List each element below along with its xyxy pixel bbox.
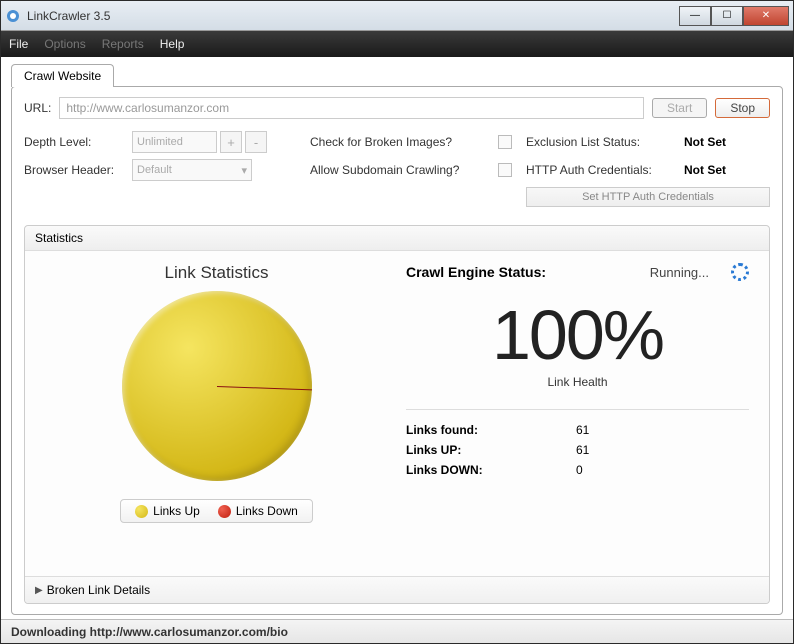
- menu-help[interactable]: Help: [160, 37, 185, 51]
- divider: [406, 409, 749, 410]
- legend-links-up: Links Up: [135, 504, 200, 518]
- close-button[interactable]: ✕: [743, 6, 789, 26]
- depth-minus-button: -: [245, 131, 267, 153]
- url-input[interactable]: [59, 97, 644, 119]
- statistics-header: Statistics: [25, 226, 769, 251]
- depth-input: [132, 131, 217, 153]
- links-found-row: Links found:61: [406, 423, 749, 437]
- maximize-button[interactable]: ☐: [711, 6, 743, 26]
- broken-images-checkbox[interactable]: [498, 135, 512, 149]
- config-grid: Depth Level: + - Check for Broken Images…: [24, 131, 770, 207]
- exclusion-label: Exclusion List Status:: [526, 135, 676, 149]
- browser-header-combo: Default▾: [132, 159, 252, 181]
- exclusion-value: Not Set: [684, 135, 770, 149]
- legend-links-down: Links Down: [218, 504, 298, 518]
- stop-button[interactable]: Stop: [715, 98, 770, 118]
- swatch-down-icon: [218, 505, 231, 518]
- window-controls: — ☐ ✕: [679, 6, 789, 26]
- links-up-row: Links UP:61: [406, 443, 749, 457]
- menu-options: Options: [44, 37, 85, 51]
- pie-chart: [122, 291, 312, 481]
- broken-images-label: Check for Broken Images?: [310, 135, 490, 149]
- app-window: LinkCrawler 3.5 — ☐ ✕ File Options Repor…: [0, 0, 794, 644]
- engine-status-column: Crawl Engine Status: Running... 100% Lin…: [406, 263, 749, 564]
- titlebar[interactable]: LinkCrawler 3.5 — ☐ ✕: [1, 1, 793, 31]
- spinner-icon: [731, 263, 749, 281]
- chart-title: Link Statistics: [165, 263, 269, 283]
- browser-header-label: Browser Header:: [24, 163, 124, 177]
- statistics-section: Statistics Link Statistics Links Up Link…: [24, 225, 770, 604]
- link-health-percent: 100%: [406, 295, 749, 375]
- link-health-label: Link Health: [406, 375, 749, 389]
- swatch-up-icon: [135, 505, 148, 518]
- statistics-body: Link Statistics Links Up Links Down Craw…: [25, 251, 769, 576]
- start-button: Start: [652, 98, 707, 118]
- auth-value: Not Set: [684, 163, 770, 177]
- engine-status-value: Running...: [650, 265, 709, 280]
- caret-right-icon: ▶: [35, 585, 43, 596]
- depth-plus-button: +: [220, 131, 242, 153]
- chevron-down-icon: ▾: [241, 164, 247, 177]
- minimize-button[interactable]: —: [679, 6, 711, 26]
- tab-crawl-website[interactable]: Crawl Website: [11, 64, 114, 87]
- depth-label: Depth Level:: [24, 135, 124, 149]
- statusbar-text: Downloading http://www.carlosumanzor.com…: [11, 625, 288, 639]
- content-panel: URL: Start Stop Depth Level: + - Check f…: [11, 86, 783, 615]
- app-icon: [5, 8, 21, 24]
- menu-reports: Reports: [102, 37, 144, 51]
- url-label: URL:: [24, 101, 51, 115]
- set-auth-button[interactable]: Set HTTP Auth Credentials: [526, 187, 770, 207]
- menubar: File Options Reports Help: [1, 31, 793, 57]
- menu-file[interactable]: File: [9, 37, 28, 51]
- engine-status-row: Crawl Engine Status: Running...: [406, 263, 749, 281]
- auth-label: HTTP Auth Credentials:: [526, 163, 676, 177]
- broken-link-details-toggle[interactable]: ▶ Broken Link Details: [25, 576, 769, 603]
- link-statistics-column: Link Statistics Links Up Links Down: [45, 263, 388, 564]
- subdomain-checkbox[interactable]: [498, 163, 512, 177]
- engine-status-label: Crawl Engine Status:: [406, 264, 546, 280]
- statusbar: Downloading http://www.carlosumanzor.com…: [1, 619, 793, 643]
- links-down-row: Links DOWN:0: [406, 463, 749, 477]
- subdomain-label: Allow Subdomain Crawling?: [310, 163, 490, 177]
- url-row: URL: Start Stop: [24, 97, 770, 119]
- tab-bar: Crawl Website: [1, 57, 793, 86]
- window-title: LinkCrawler 3.5: [27, 9, 679, 23]
- chart-legend: Links Up Links Down: [120, 499, 313, 523]
